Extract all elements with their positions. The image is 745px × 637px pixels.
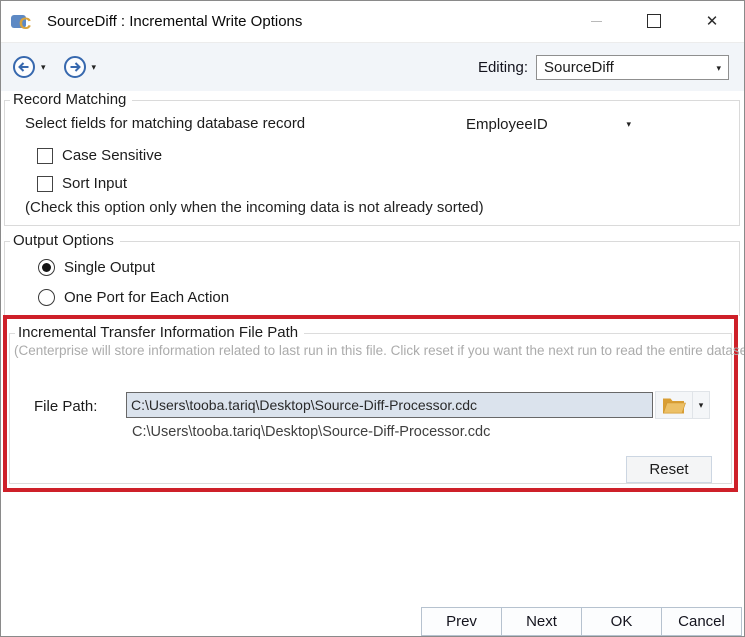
window-title: SourceDiff : Incremental Write Options	[47, 13, 302, 30]
footer-buttons: Prev Next OK Cancel	[422, 607, 742, 636]
case-sensitive-label: Case Sensitive	[62, 147, 162, 164]
sort-input-checkbox[interactable]	[37, 176, 53, 192]
back-arrow-icon	[12, 55, 36, 79]
next-label: Next	[526, 613, 557, 630]
incremental-title: Incremental Transfer Information File Pa…	[15, 324, 304, 341]
editing-value: SourceDiff	[544, 59, 614, 76]
next-button[interactable]: Next	[501, 607, 582, 636]
browse-folder-button[interactable]	[655, 391, 693, 419]
maximize-button[interactable]	[625, 1, 683, 41]
reset-button[interactable]: Reset	[626, 456, 712, 483]
close-button[interactable]: ✕	[683, 1, 741, 41]
back-dropdown-caret[interactable]: ▾	[41, 62, 46, 73]
sort-input-note: (Check this option only when the incomin…	[25, 199, 484, 216]
titlebar: C SourceDiff : Incremental Write Options…	[1, 1, 744, 42]
matching-field-value: EmployeeID	[466, 116, 548, 133]
radio-selected-dot	[42, 263, 51, 272]
forward-dropdown-caret[interactable]: ▾	[92, 62, 97, 73]
cancel-button[interactable]: Cancel	[661, 607, 742, 636]
toolbar: ▾ ▾ Editing: SourceDiff ▾	[1, 42, 744, 91]
reset-label: Reset	[649, 461, 688, 478]
cancel-label: Cancel	[678, 613, 725, 630]
record-matching-title: Record Matching	[10, 91, 132, 108]
matching-field-dropdown[interactable]: EmployeeID ▾	[466, 114, 631, 134]
window-controls: ✕	[567, 1, 741, 41]
editing-label: Editing:	[478, 59, 528, 76]
one-port-label: One Port for Each Action	[64, 289, 229, 306]
case-sensitive-row: Case Sensitive	[37, 147, 162, 164]
svg-text:C: C	[19, 14, 31, 32]
ok-label: OK	[611, 613, 633, 630]
file-path-input[interactable]	[126, 392, 653, 418]
chevron-down-icon: ▾	[699, 400, 704, 411]
browse-dropdown-caret[interactable]: ▾	[693, 391, 710, 419]
incremental-note: (Centerprise will store information rela…	[14, 343, 745, 358]
one-port-row: One Port for Each Action	[38, 289, 229, 306]
close-icon: ✕	[706, 14, 719, 29]
forward-button[interactable]	[62, 54, 88, 80]
incremental-group: Incremental Transfer Information File Pa…	[9, 333, 732, 484]
forward-arrow-icon	[63, 55, 87, 79]
maximize-icon	[647, 14, 661, 28]
app-logo-icon: C	[10, 12, 38, 32]
select-fields-label: Select fields for matching database reco…	[25, 115, 305, 132]
file-path-label: File Path:	[34, 398, 97, 415]
back-button[interactable]	[11, 54, 37, 80]
minimize-button	[567, 1, 625, 41]
chevron-down-icon: ▾	[716, 63, 721, 74]
single-output-radio[interactable]	[38, 259, 55, 276]
editing-combobox[interactable]: SourceDiff ▾	[536, 55, 729, 80]
dialog-window: C SourceDiff : Incremental Write Options…	[0, 0, 745, 637]
single-output-row: Single Output	[38, 259, 155, 276]
editing-group: Editing: SourceDiff ▾	[478, 43, 729, 92]
chevron-down-icon: ▾	[626, 119, 631, 130]
file-path-display: C:\Users\tooba.tariq\Desktop\Source-Diff…	[132, 424, 490, 440]
prev-label: Prev	[446, 613, 477, 630]
sort-input-label: Sort Input	[62, 175, 127, 192]
output-options-title: Output Options	[10, 232, 120, 249]
folder-icon	[662, 396, 686, 414]
ok-button[interactable]: OK	[581, 607, 662, 636]
sort-input-row: Sort Input	[37, 175, 127, 192]
highlight-annotation-box: Incremental Transfer Information File Pa…	[3, 315, 738, 492]
minimize-icon	[591, 21, 602, 22]
case-sensitive-checkbox[interactable]	[37, 148, 53, 164]
record-matching-group: Record Matching Select fields for matchi…	[4, 100, 740, 226]
single-output-label: Single Output	[64, 259, 155, 276]
prev-button[interactable]: Prev	[421, 607, 502, 636]
one-port-radio[interactable]	[38, 289, 55, 306]
output-options-group: Output Options Single Output One Port fo…	[4, 241, 740, 316]
